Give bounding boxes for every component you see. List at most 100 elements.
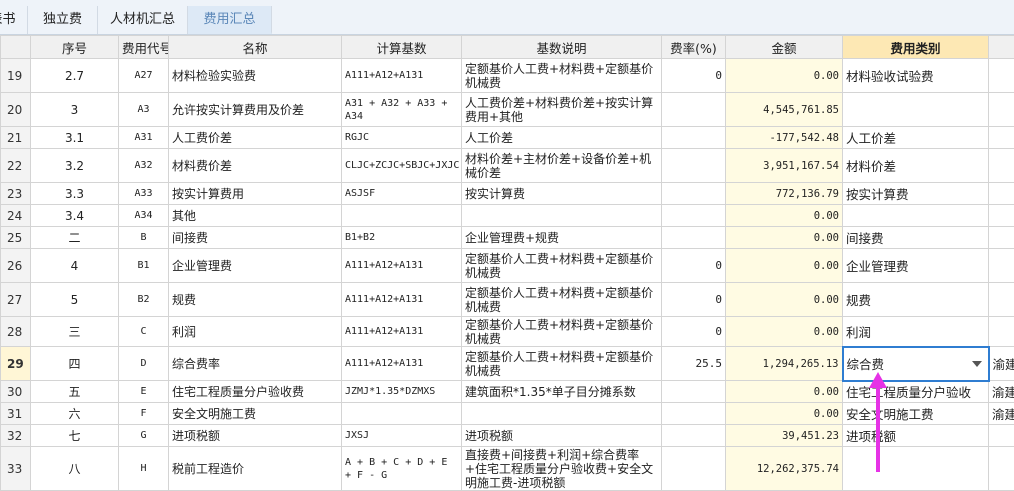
formula-cell[interactable]: [341, 204, 462, 227]
seq-cell[interactable]: 4: [30, 248, 119, 283]
rate-cell[interactable]: [661, 402, 726, 425]
tab-independent-fees[interactable]: 独立费: [28, 6, 98, 34]
formula-cell[interactable]: A111+A12+A131: [341, 282, 462, 317]
fee-category-cell[interactable]: 综合费: [841, 345, 990, 382]
fee-category-cell[interactable]: 住宅工程质量分户验收: [842, 380, 989, 403]
seq-cell[interactable]: 3: [30, 92, 119, 127]
amount-cell[interactable]: 0.00: [725, 248, 843, 283]
table-row[interactable]: 27 5 B2 规费 A111+A12+A131 定额基价人工费+材料费+定额基价机械费 0…: [0, 282, 1014, 317]
rate-cell[interactable]: [661, 424, 726, 447]
fee-category-cell[interactable]: 材料验收试验费: [842, 58, 989, 93]
formula-cell[interactable]: A111+A12+A131: [341, 248, 462, 283]
seq-cell[interactable]: 3.3: [30, 182, 119, 205]
row-number[interactable]: 22: [0, 148, 31, 183]
amount-cell[interactable]: 12,262,375.74: [725, 446, 843, 491]
formula-cell[interactable]: ASJSF: [341, 182, 462, 205]
row-number[interactable]: 30: [0, 380, 31, 403]
table-row[interactable]: 25 二 B 间接费 B1+B2 企业管理费+规费 0.00 间接费: [0, 226, 1014, 249]
formula-desc-cell[interactable]: 定额基价人工费+材料费+定额基价机械费: [461, 248, 662, 283]
fee-code-cell[interactable]: B2: [118, 282, 169, 317]
row-number[interactable]: 23: [0, 182, 31, 205]
extra-cell[interactable]: [988, 248, 1014, 283]
fee-code-cell[interactable]: A33: [118, 182, 169, 205]
header-rate[interactable]: 费率(%): [661, 35, 726, 59]
amount-cell[interactable]: 0.00: [725, 226, 843, 249]
seq-cell[interactable]: 3.4: [30, 204, 119, 227]
rate-cell[interactable]: 25.5: [661, 346, 726, 381]
name-cell[interactable]: 允许按实计算费用及价差: [168, 92, 342, 127]
extra-cell[interactable]: [988, 148, 1014, 183]
formula-desc-cell[interactable]: [461, 402, 662, 425]
name-cell[interactable]: 材料费价差: [168, 148, 342, 183]
name-cell[interactable]: 住宅工程质量分户验收费: [168, 380, 342, 403]
formula-desc-cell[interactable]: 按实计算费: [461, 182, 662, 205]
seq-cell[interactable]: 二: [30, 226, 119, 249]
fee-code-cell[interactable]: A27: [118, 58, 169, 93]
formula-desc-cell[interactable]: 建筑面积*1.35*单子目分摊系数: [461, 380, 662, 403]
row-number[interactable]: 27: [0, 282, 31, 317]
tab-fee-summary[interactable]: 费用汇总: [188, 6, 272, 34]
fee-category-cell[interactable]: 按实计算费: [842, 182, 989, 205]
fee-code-cell[interactable]: A31: [118, 126, 169, 149]
header-name[interactable]: 名称: [168, 35, 342, 59]
fee-category-cell[interactable]: [842, 446, 989, 491]
table-row[interactable]: 31六F安全文明施工费0.00安全文明施工费渝建: [0, 402, 1014, 425]
formula-desc-cell[interactable]: 人工费价差+材料费价差+按实计算费用+其他: [461, 92, 662, 127]
extra-cell[interactable]: [988, 126, 1014, 149]
header-formula[interactable]: 计算基数: [341, 35, 462, 59]
amount-cell[interactable]: 3,951,167.54: [725, 148, 843, 183]
formula-desc-cell[interactable]: [461, 204, 662, 227]
row-number[interactable]: 20: [0, 92, 31, 127]
extra-cell[interactable]: 渝建: [988, 380, 1014, 403]
formula-cell[interactable]: JZMJ*1.35*DZMXS: [341, 380, 462, 403]
fee-code-cell[interactable]: H: [118, 446, 169, 491]
name-cell[interactable]: 安全文明施工费: [168, 402, 342, 425]
table-row[interactable]: 28 三 C 利润 A111+A12+A131 定额基价人工费+材料费+定额基价机械费 0 0…: [0, 316, 1014, 347]
header-amount[interactable]: 金额: [725, 35, 843, 59]
fee-code-cell[interactable]: G: [118, 424, 169, 447]
row-number[interactable]: 19: [0, 58, 31, 93]
row-number[interactable]: 24: [0, 204, 31, 227]
header-seq[interactable]: 序号: [30, 35, 119, 59]
fee-code-cell[interactable]: A34: [118, 204, 169, 227]
amount-cell[interactable]: 772,136.79: [725, 182, 843, 205]
rate-cell[interactable]: 0: [661, 58, 726, 93]
amount-cell[interactable]: 0.00: [725, 380, 843, 403]
fee-code-cell[interactable]: D: [118, 346, 169, 381]
fee-category-cell[interactable]: 间接费: [842, 226, 989, 249]
name-cell[interactable]: 利润: [168, 316, 342, 347]
extra-cell[interactable]: [988, 58, 1014, 93]
row-number[interactable]: 32: [0, 424, 31, 447]
extra-cell[interactable]: [988, 446, 1014, 491]
fee-category-cell[interactable]: 企业管理费: [842, 248, 989, 283]
amount-cell[interactable]: 0.00: [725, 58, 843, 93]
formula-cell[interactable]: A111+A12+A131: [341, 346, 462, 381]
fee-code-cell[interactable]: F: [118, 402, 169, 425]
formula-cell[interactable]: A111+A12+A131: [341, 58, 462, 93]
formula-cell[interactable]: B1+B2: [341, 226, 462, 249]
fee-code-cell[interactable]: E: [118, 380, 169, 403]
formula-cell[interactable]: CLJC+ZCJC+SBJC+JXJC: [341, 148, 462, 183]
amount-cell[interactable]: 39,451.23: [725, 424, 843, 447]
seq-cell[interactable]: 2.7: [30, 58, 119, 93]
name-cell[interactable]: 企业管理费: [168, 248, 342, 283]
rate-cell[interactable]: 0: [661, 316, 726, 347]
table-row[interactable]: 23 3.3 A33 按实计算费用 ASJSF 按实计算费 772,136.79 按实计算费: [0, 182, 1014, 205]
fee-category-cell[interactable]: 进项税额: [842, 424, 989, 447]
row-number[interactable]: 29: [0, 346, 31, 381]
amount-cell[interactable]: 1,294,265.13: [725, 346, 843, 381]
row-number[interactable]: 33: [0, 446, 31, 491]
extra-cell[interactable]: [988, 204, 1014, 227]
seq-cell[interactable]: 3.1: [30, 126, 119, 149]
name-cell[interactable]: 进项税额: [168, 424, 342, 447]
table-row[interactable]: 32 七 G 进项税额 JXSJ 进项税额 39,451.23 进项税额: [0, 424, 1014, 447]
extra-cell[interactable]: [988, 92, 1014, 127]
table-row[interactable]: 19 2.7 A27 材料检验实验费 A111+A12+A131 定额基价人工费+材料费+…: [0, 58, 1014, 93]
row-number[interactable]: 21: [0, 126, 31, 149]
rate-cell[interactable]: [661, 446, 726, 491]
fee-code-cell[interactable]: C: [118, 316, 169, 347]
amount-cell[interactable]: 0.00: [725, 204, 843, 227]
seq-cell[interactable]: 五: [30, 380, 119, 403]
extra-cell[interactable]: [988, 424, 1014, 447]
name-cell[interactable]: 间接费: [168, 226, 342, 249]
